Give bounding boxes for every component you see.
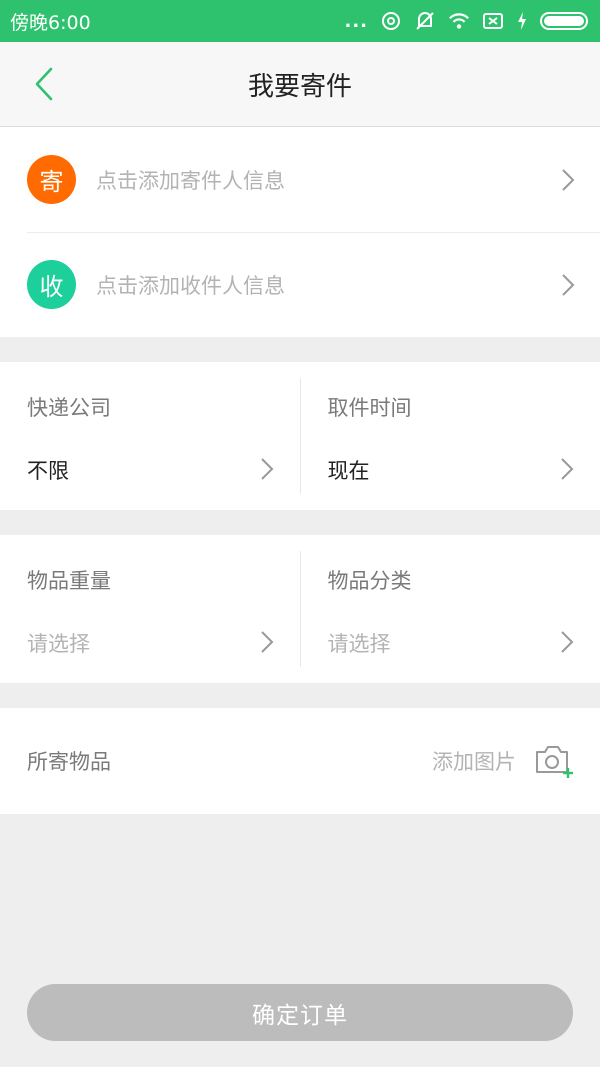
sync-icon — [380, 11, 402, 31]
express-company-cell[interactable]: 快递公司 不限 — [0, 362, 300, 510]
item-section: 物品重量 请选择 物品分类 请选择 — [0, 535, 600, 683]
receiver-info-label: 点击添加收件人信息 — [96, 273, 285, 298]
notification-dots: ... — [344, 10, 368, 32]
express-section: 快递公司 不限 取件时间 现在 — [0, 362, 600, 510]
sender-info-row[interactable]: 寄 点击添加寄件人信息 — [0, 127, 600, 232]
goods-label: 所寄物品 — [27, 750, 111, 774]
item-category-cell[interactable]: 物品分类 请选择 — [299, 551, 600, 667]
sender-badge: 寄 — [27, 155, 76, 204]
address-section: 寄 点击添加寄件人信息 收 点击添加收件人信息 — [0, 127, 600, 337]
sim-x-icon — [482, 11, 504, 31]
item-weight-label: 物品重量 — [27, 569, 111, 593]
item-weight-cell[interactable]: 物品重量 请选择 — [0, 535, 300, 683]
item-category-label: 物品分类 — [327, 569, 412, 593]
confirm-order-button[interactable]: 确定订单 — [27, 984, 573, 1041]
wifi-icon — [448, 11, 470, 31]
add-photo-button[interactable]: 添加图片 — [432, 743, 574, 779]
battery-fill — [544, 16, 584, 26]
receiver-badge: 收 — [27, 260, 76, 309]
charging-icon — [516, 11, 528, 31]
nav-bar: 我要寄件 — [0, 42, 600, 127]
status-time: 傍晚6:00 — [10, 11, 91, 34]
add-photo-label: 添加图片 — [432, 750, 516, 774]
chevron-right-icon — [562, 273, 575, 296]
item-category-value: 请选择 — [327, 632, 391, 656]
goods-row: 所寄物品 添加图片 — [0, 708, 600, 814]
receiver-info-row[interactable]: 收 点击添加收件人信息 — [0, 232, 600, 337]
status-bar: 傍晚6:00 ... — [0, 0, 600, 42]
express-company-value: 不限 — [27, 459, 69, 483]
pickup-time-cell[interactable]: 取件时间 现在 — [299, 378, 600, 494]
chevron-left-icon — [35, 67, 53, 101]
express-company-label: 快递公司 — [27, 396, 111, 420]
chevron-right-icon — [260, 631, 273, 653]
chevron-right-icon — [561, 458, 574, 480]
item-weight-value: 请选择 — [27, 632, 90, 656]
pickup-time-value: 现在 — [327, 459, 370, 483]
chevron-right-icon — [562, 168, 575, 191]
chevron-right-icon — [260, 458, 273, 480]
mute-icon — [414, 11, 436, 31]
status-icons: ... — [344, 11, 588, 32]
chevron-right-icon — [561, 631, 574, 653]
page-title: 我要寄件 — [247, 71, 352, 102]
battery-icon — [540, 12, 588, 30]
back-button[interactable] — [22, 62, 66, 106]
camera-add-icon — [536, 746, 573, 778]
pickup-time-label: 取件时间 — [327, 396, 412, 420]
sender-info-label: 点击添加寄件人信息 — [96, 168, 285, 193]
